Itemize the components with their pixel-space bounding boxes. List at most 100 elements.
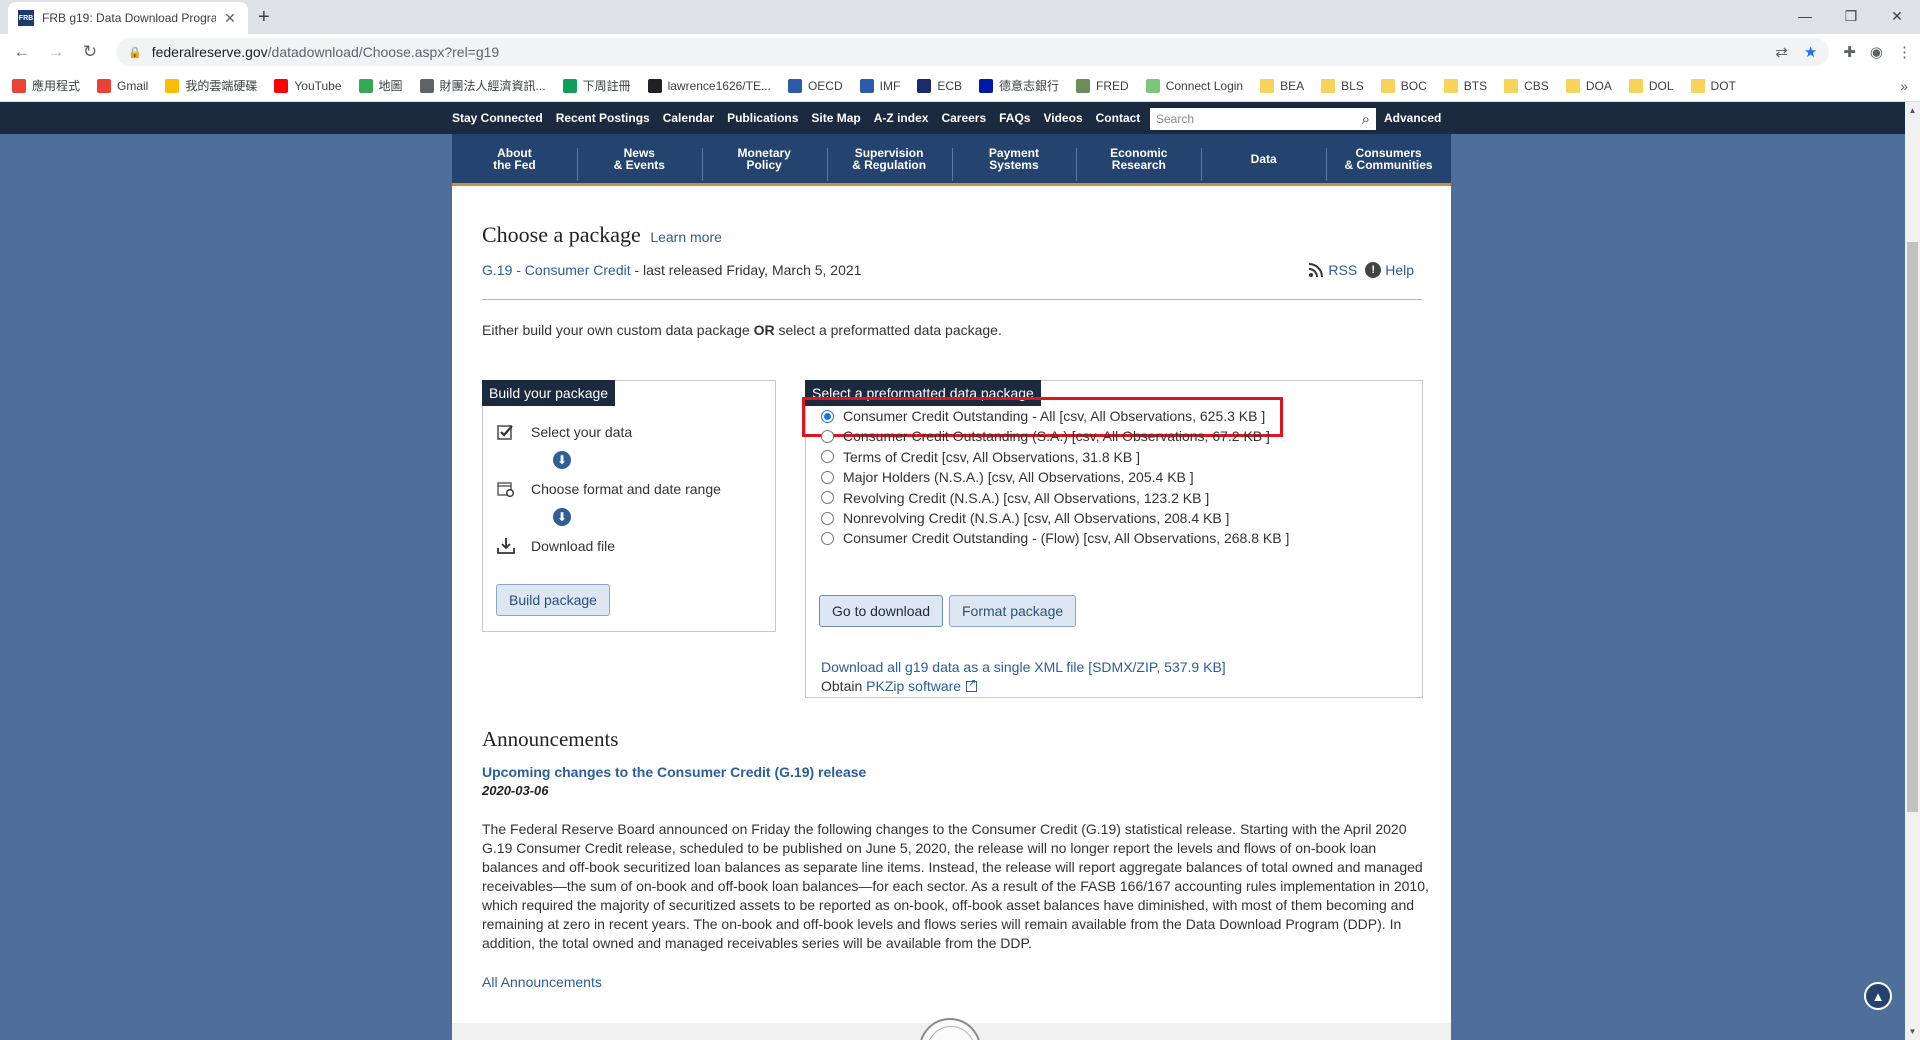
pkzip-link[interactable]: PKZip software [866, 678, 961, 694]
page-scrollbar[interactable]: ▲ ▼ [1905, 102, 1920, 1040]
back-to-top-icon[interactable]: ▲ [1864, 982, 1892, 1010]
nav-item[interactable]: News & Events [576, 134, 702, 183]
nav-item[interactable]: Monetary Policy [701, 134, 827, 183]
chrome-menu-icon[interactable]: ⋮ [1897, 43, 1912, 61]
utility-link[interactable]: Site Map [811, 111, 860, 125]
utility-link[interactable]: Stay Connected [452, 111, 543, 125]
announcement-title-link[interactable]: Upcoming changes to the Consumer Credit … [482, 764, 866, 780]
package-option[interactable]: Major Holders (N.S.A.) [csv, All Observa… [821, 469, 1194, 485]
reload-icon[interactable]: ↻ [76, 38, 104, 66]
address-bar[interactable]: 🔒 federalreserve.gov/datadownload/Choose… [116, 38, 1830, 66]
forward-arrow-icon[interactable]: → [42, 38, 70, 66]
bookmark-item[interactable]: DOL [1628, 78, 1674, 93]
nav-item[interactable]: Payment Systems [951, 134, 1077, 183]
radio-icon[interactable] [821, 511, 834, 525]
package-option[interactable]: Consumer Credit Outstanding - (Flow) [cs… [821, 530, 1289, 546]
url-path: /datadownload/Choose.aspx?rel=g19 [267, 44, 500, 60]
tab-close-icon[interactable]: ✕ [222, 10, 238, 27]
radio-icon[interactable] [821, 491, 834, 505]
nav-item-line1: Monetary [737, 145, 791, 160]
back-arrow-icon[interactable]: ← [8, 38, 36, 66]
xml-download-link[interactable]: Download all g19 data as a single XML fi… [821, 659, 1226, 675]
help-link[interactable]: Help [1385, 262, 1414, 278]
package-option[interactable]: Revolving Credit (N.S.A.) [csv, All Obse… [821, 490, 1209, 506]
bookmark-item[interactable]: FRED [1076, 78, 1129, 93]
advanced-search-link[interactable]: Advanced [1384, 111, 1441, 125]
scroll-up-icon[interactable]: ▲ [1905, 102, 1920, 119]
new-tab-plus-icon[interactable]: + [258, 6, 270, 29]
bookmark-item[interactable]: BTS [1443, 78, 1487, 93]
bookmark-item[interactable]: DOT [1690, 78, 1736, 93]
profile-avatar-icon[interactable]: ◉ [1870, 43, 1883, 61]
package-option[interactable]: Terms of Credit [csv, All Observations, … [821, 449, 1140, 465]
bookmark-item[interactable]: 我的雲端硬碟 [165, 77, 257, 94]
bookmark-item[interactable]: lawrence1626/TE... [647, 78, 771, 93]
bookmark-item[interactable]: DOA [1565, 78, 1612, 93]
download-icon [496, 536, 516, 556]
bookmark-item[interactable]: YouTube [274, 78, 342, 93]
minimize-icon[interactable]: — [1782, 0, 1828, 32]
package-option[interactable]: Nonrevolving Credit (N.S.A.) [csv, All O… [821, 510, 1229, 526]
bookmark-star-icon[interactable]: ★ [1804, 43, 1817, 61]
bookmarks-overflow-icon[interactable]: » [1900, 78, 1908, 94]
radio-icon[interactable] [821, 429, 834, 443]
all-announcements-link[interactable]: All Announcements [482, 974, 602, 990]
utility-link[interactable]: Calendar [663, 111, 714, 125]
bookmark-item[interactable]: 下周註冊 [562, 77, 631, 94]
bookmark-item[interactable]: Gmail [97, 78, 148, 93]
utility-link[interactable]: Publications [727, 111, 798, 125]
radio-selected-icon[interactable] [821, 409, 834, 423]
radio-icon[interactable] [821, 470, 834, 484]
bookmark-item[interactable]: Connect Login [1145, 78, 1243, 93]
bookmark-item[interactable]: IMF [859, 78, 901, 93]
package-option[interactable]: Consumer Credit Outstanding - All [csv, … [821, 408, 1265, 424]
bookmark-item[interactable]: 應用程式 [12, 77, 80, 94]
nav-item-line1: Economic [1110, 145, 1168, 160]
lock-icon: 🔒 [128, 46, 142, 59]
bookmark-item[interactable]: 德意志銀行 [979, 77, 1059, 94]
nav-item[interactable]: About the Fed [452, 134, 577, 183]
bookmark-item[interactable]: 財團法人經濟資訊... [419, 77, 546, 94]
build-package-button[interactable]: Build package [496, 584, 610, 616]
bookmark-item[interactable]: ECB [917, 78, 962, 93]
bookmark-label: IMF [879, 78, 901, 93]
scroll-thumb[interactable] [1907, 242, 1918, 812]
bookmark-label: OECD [807, 78, 843, 93]
bookmark-label: 德意志銀行 [999, 79, 1060, 93]
radio-icon[interactable] [821, 531, 834, 545]
bookmark-item[interactable]: 地圖 [358, 77, 403, 94]
utility-link[interactable]: FAQs [999, 111, 1030, 125]
browser-tab-active[interactable]: FRB FRB g19: Data Download Program ✕ [8, 2, 248, 34]
utility-link[interactable]: Recent Postings [556, 111, 650, 125]
utility-link[interactable]: Careers [941, 111, 986, 125]
bookmark-item[interactable]: BOC [1380, 78, 1427, 93]
bookmarks-bar: 應用程式 Gmail 我的雲端硬碟 YouTube 地圖 財團法人經濟資訊... 下周註冊 l… [0, 70, 1920, 102]
utility-link[interactable]: A-Z index [874, 111, 929, 125]
site-search-input[interactable] [1156, 112, 1362, 126]
bookmark-item[interactable]: OECD [787, 78, 843, 93]
extensions-puzzle-icon[interactable]: ✚ [1843, 43, 1856, 61]
go-to-download-button[interactable]: Go to download [819, 595, 944, 627]
radio-icon[interactable] [821, 450, 834, 464]
window-close-icon[interactable]: ✕ [1874, 0, 1920, 32]
nav-item[interactable]: Supervision & Regulation [826, 134, 952, 183]
nav-item[interactable]: Economic Research [1076, 134, 1201, 183]
scroll-down-icon[interactable]: ▼ [1905, 1023, 1920, 1040]
rss-link[interactable]: RSS [1328, 262, 1357, 278]
format-package-button[interactable]: Format package [949, 595, 1077, 627]
utility-link[interactable]: Videos [1043, 111, 1082, 125]
bookmark-label: BOC [1400, 78, 1427, 93]
restore-icon[interactable]: ❐ [1828, 0, 1874, 32]
bookmark-item[interactable]: BEA [1260, 78, 1304, 93]
bookmark-item[interactable]: CBS [1504, 78, 1549, 93]
translate-icon[interactable]: ⇄ [1775, 43, 1788, 61]
search-icon[interactable]: ⌕ [1362, 111, 1370, 128]
nav-item[interactable]: Data [1201, 134, 1326, 183]
nav-item-line2: & Events [613, 157, 665, 172]
bookmark-item[interactable]: BLS [1321, 78, 1364, 93]
nav-item[interactable]: Consumers & Communities [1326, 134, 1451, 183]
package-option[interactable]: Consumer Credit Outstanding (S.A.) [csv,… [821, 428, 1270, 444]
release-link[interactable]: G.19 - Consumer Credit [482, 262, 631, 278]
learn-more-link[interactable]: Learn more [650, 229, 722, 245]
utility-link[interactable]: Contact [1096, 111, 1141, 125]
